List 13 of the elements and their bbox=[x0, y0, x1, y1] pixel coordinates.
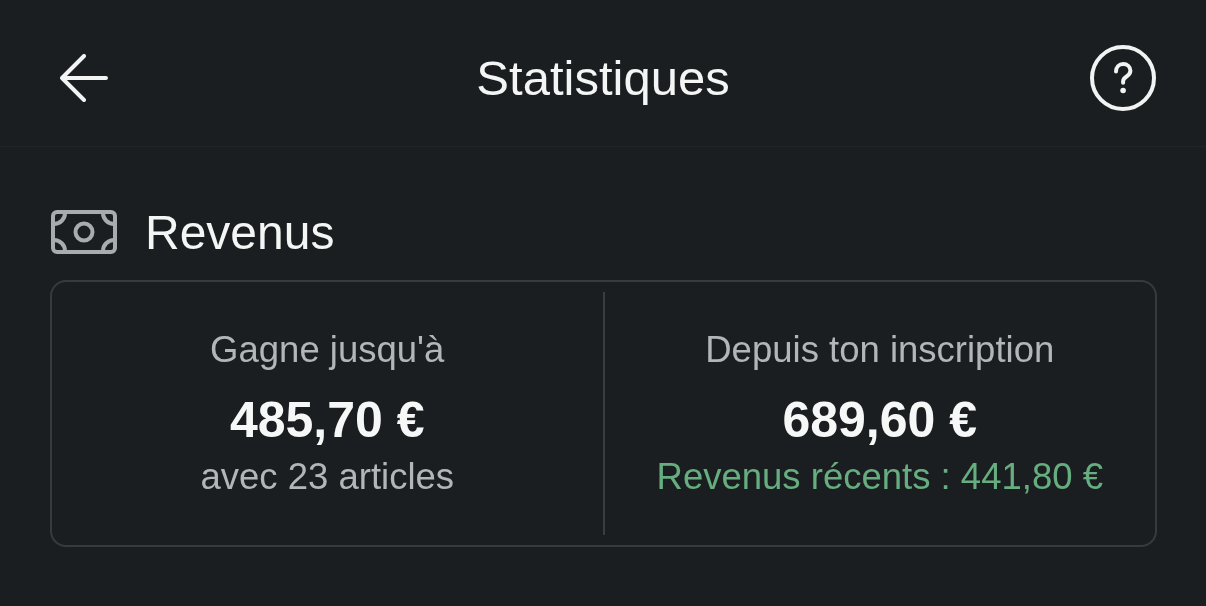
back-button[interactable] bbox=[60, 54, 108, 102]
help-button[interactable] bbox=[1090, 45, 1156, 111]
stat-label: Depuis ton inscription bbox=[705, 328, 1055, 372]
help-icon bbox=[1090, 45, 1156, 111]
banknote-icon bbox=[51, 210, 117, 254]
section-title: Revenus bbox=[145, 204, 335, 260]
recent-revenue-note: Revenus récents : 441,80 € bbox=[656, 455, 1103, 499]
page-title: Statistiques bbox=[476, 50, 730, 106]
stat-label: Gagne jusqu'à bbox=[210, 328, 445, 372]
stat-amount: 485,70 € bbox=[229, 392, 425, 448]
arrow-left-icon bbox=[60, 54, 108, 102]
stat-amount: 689,60 € bbox=[782, 392, 978, 448]
stat-note: avec 23 articles bbox=[200, 455, 455, 499]
